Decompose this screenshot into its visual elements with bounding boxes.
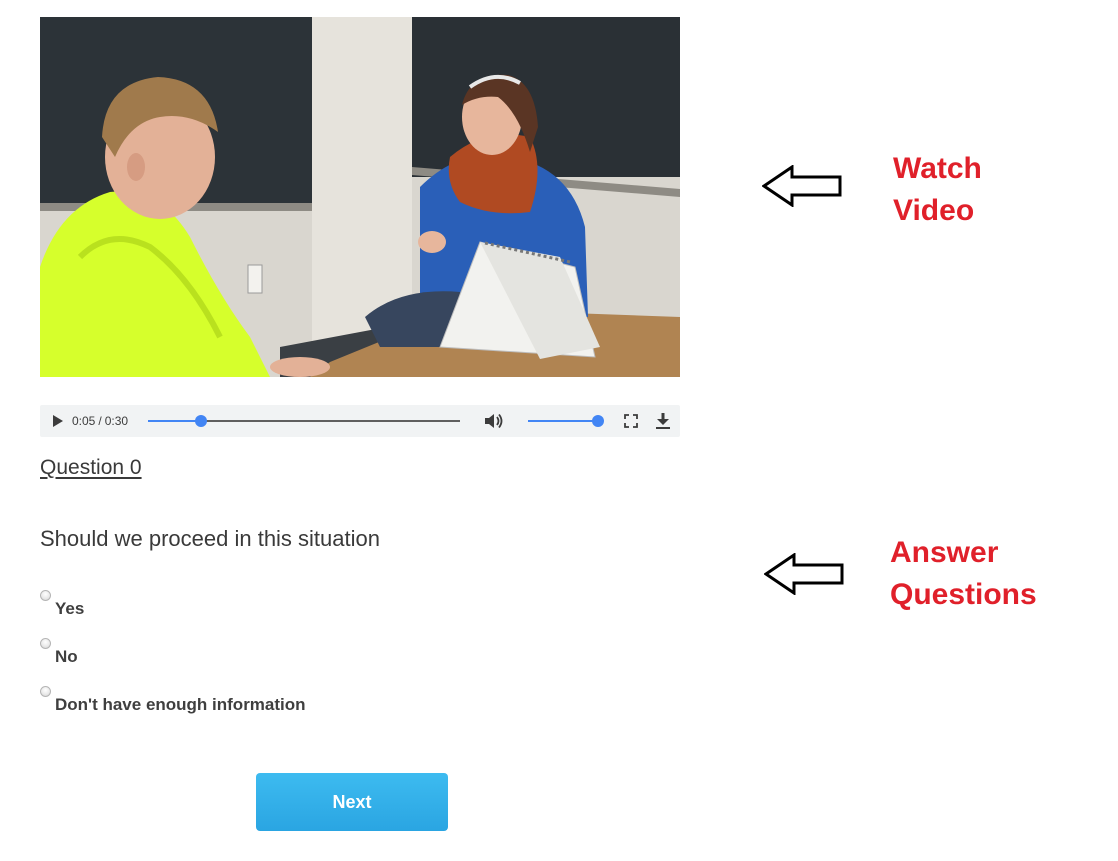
- watch-video-label: Watch Video: [893, 148, 982, 232]
- time-display: 0:05/0:30: [72, 405, 128, 437]
- current-time: 0:05: [72, 414, 96, 428]
- volume-icon: [485, 413, 503, 429]
- video-controls: 0:05/0:30: [40, 405, 680, 437]
- option-label: Don't have enough information: [55, 695, 306, 714]
- watch-label-line1: Watch: [893, 152, 982, 185]
- option-label: No: [55, 647, 78, 666]
- progress-fill: [148, 420, 202, 422]
- play-button[interactable]: [48, 405, 68, 437]
- play-icon: [53, 415, 63, 427]
- answer-questions-label: Answer Questions: [890, 532, 1037, 616]
- option-label: Yes: [55, 599, 85, 618]
- option-yes[interactable]: Yes: [40, 589, 84, 619]
- answer-label-line1: Answer: [890, 536, 999, 569]
- download-button[interactable]: [653, 405, 673, 437]
- volume-slider[interactable]: [528, 415, 604, 427]
- question-heading: Question 0: [40, 456, 142, 479]
- download-icon: [656, 413, 670, 429]
- volume-button[interactable]: [482, 405, 506, 437]
- volume-fill: [528, 420, 598, 422]
- video-player[interactable]: [40, 17, 680, 377]
- time-separator: /: [98, 414, 102, 428]
- radio-not-enough-info[interactable]: [40, 686, 51, 697]
- progress-thumb[interactable]: [195, 415, 208, 427]
- arrow-left-icon: [764, 553, 844, 595]
- radio-no[interactable]: [40, 638, 51, 649]
- watch-label-line2: Video: [893, 194, 975, 227]
- question-text: Should we proceed in this situation: [40, 526, 380, 551]
- next-button[interactable]: Next: [256, 773, 448, 831]
- volume-thumb[interactable]: [592, 415, 604, 427]
- arrow-left-icon: [762, 165, 842, 207]
- radio-yes[interactable]: [40, 590, 51, 601]
- option-not-enough-info[interactable]: Don't have enough information: [40, 685, 306, 715]
- fullscreen-button[interactable]: [621, 405, 641, 437]
- video-frame-image: [40, 17, 680, 377]
- answer-label-line2: Questions: [890, 578, 1037, 611]
- duration: 0:30: [104, 414, 129, 428]
- fullscreen-icon: [624, 414, 638, 428]
- progress-slider[interactable]: [148, 415, 460, 427]
- option-no[interactable]: No: [40, 637, 78, 667]
